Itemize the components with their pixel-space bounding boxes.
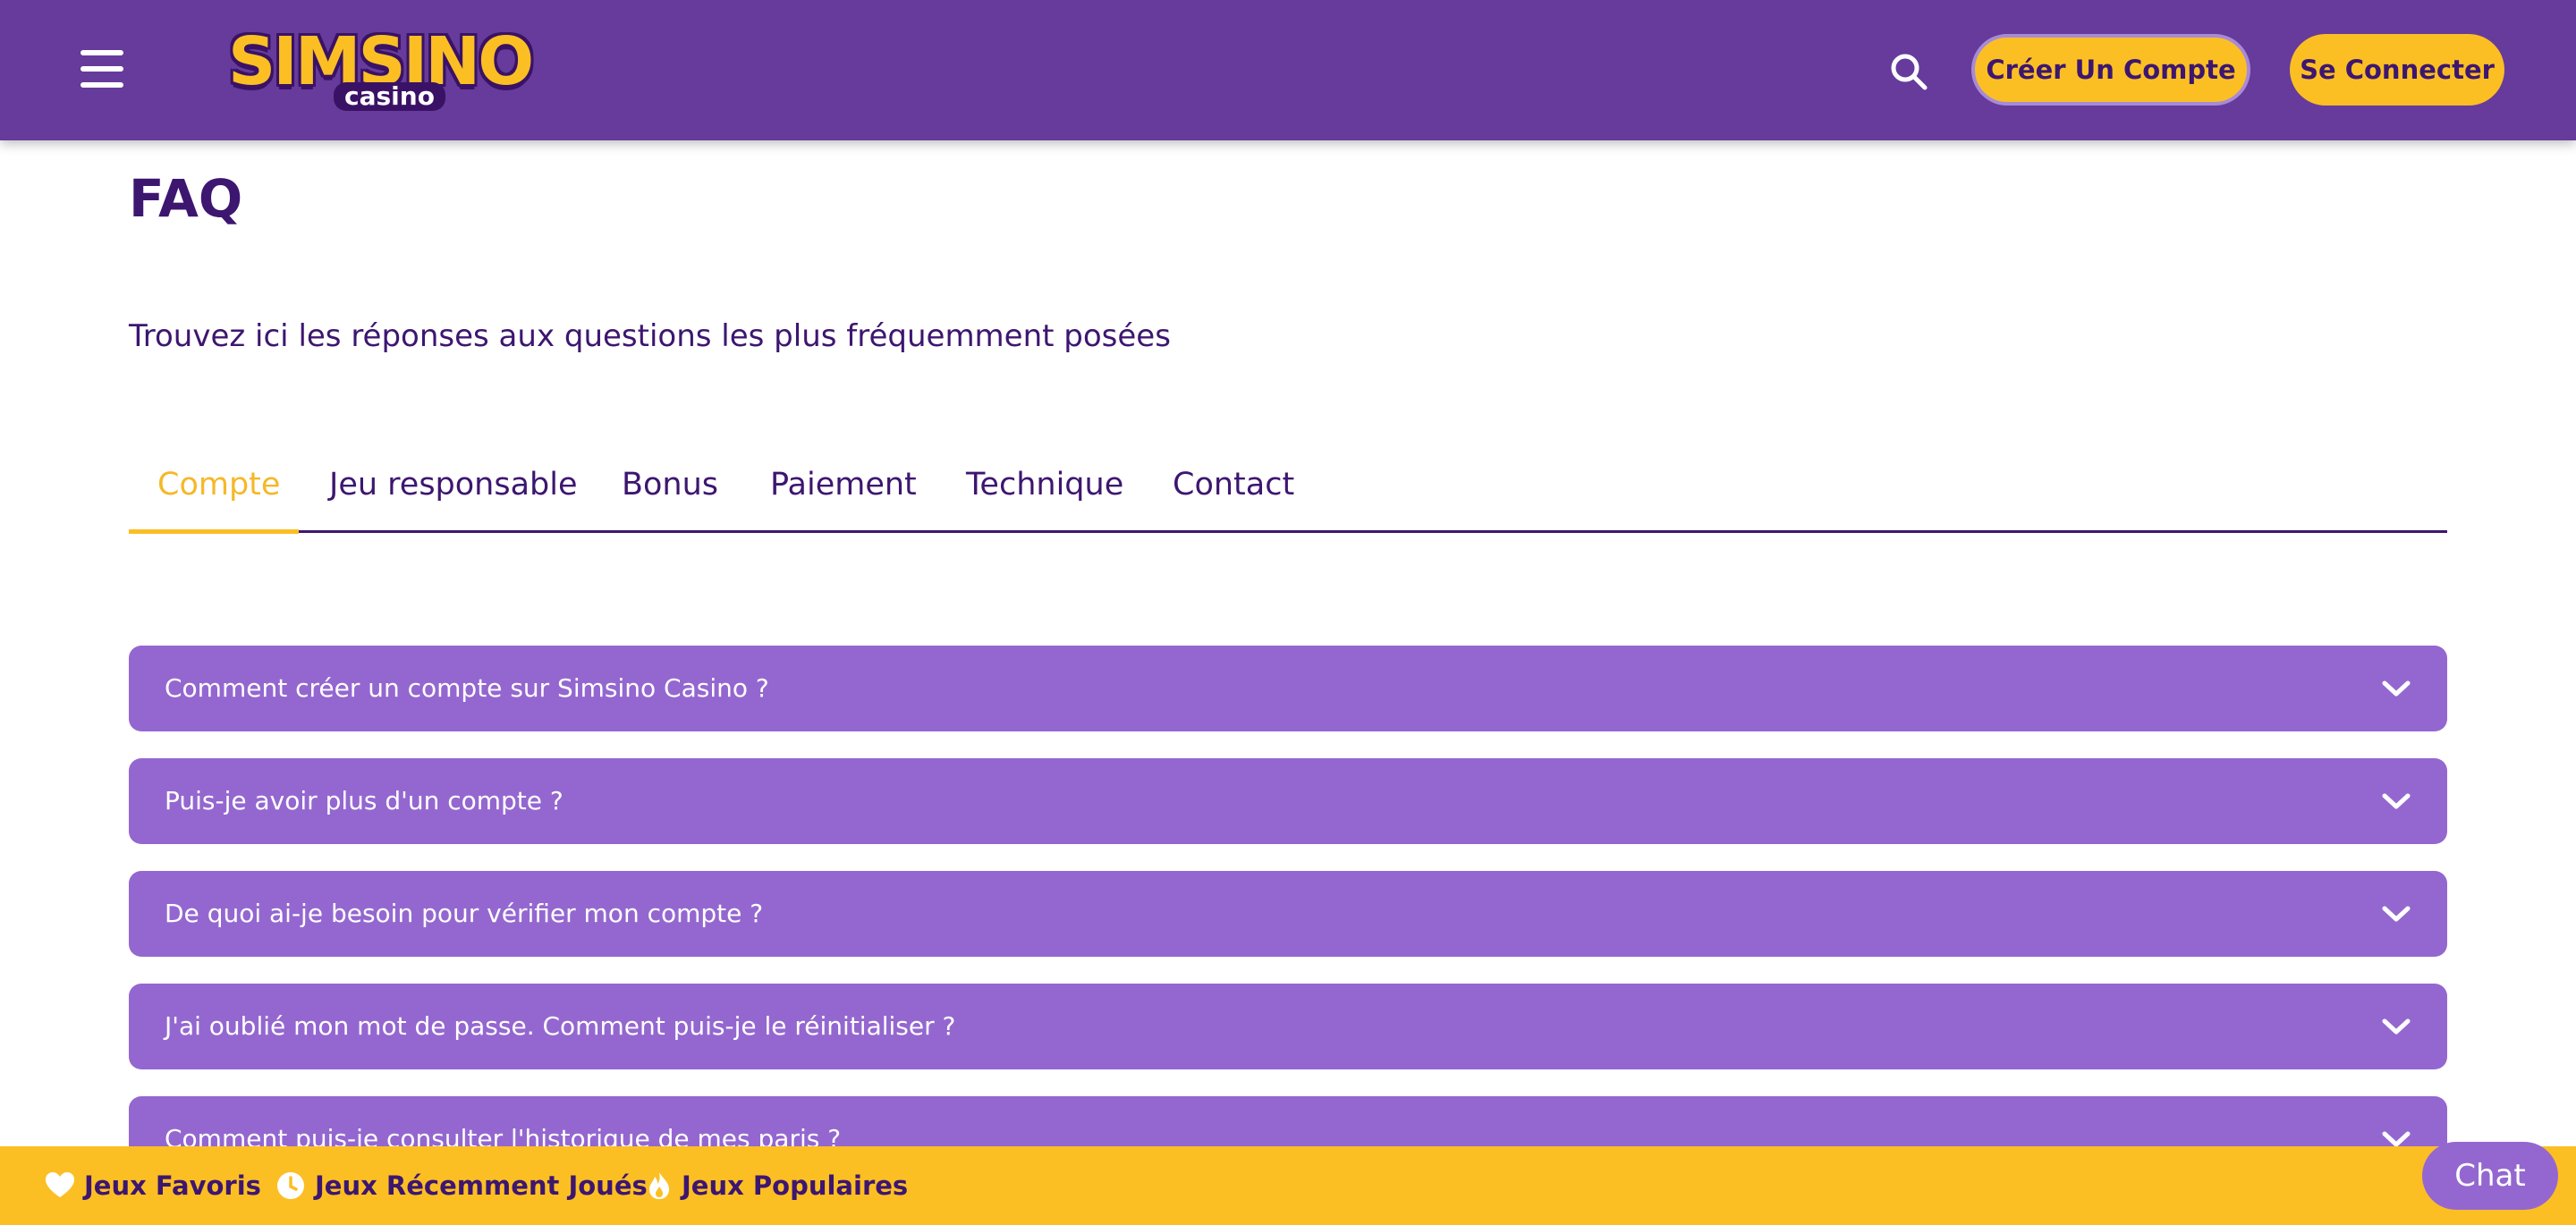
faq-question: J'ai oublié mon mot de passe. Comment pu… [165, 1011, 956, 1041]
flame-icon [649, 1172, 669, 1199]
favorite-games-label: Jeux Favoris [84, 1170, 261, 1201]
active-tab-indicator [129, 529, 299, 534]
chevron-down-icon [2382, 793, 2411, 809]
chevron-down-icon [2382, 1018, 2411, 1035]
tab-bonus[interactable]: Bonus [622, 467, 718, 503]
favorite-games-link[interactable]: Jeux Favoris [45, 1146, 261, 1225]
tab-paiement[interactable]: Paiement [770, 467, 917, 503]
tab-technique[interactable]: Technique [966, 467, 1123, 503]
faq-tabs: Compte Jeu responsable Bonus Paiement Te… [129, 458, 2447, 534]
chevron-down-icon [2382, 906, 2411, 922]
site-header: SIMSINO casino Créer Un Compte Se Connec… [0, 0, 2576, 140]
page-subtitle: Trouvez ici les réponses aux questions l… [129, 318, 1171, 354]
page-title: FAQ [129, 168, 243, 229]
recent-games-label: Jeux Récemment Joués [315, 1170, 648, 1201]
heart-icon [46, 1172, 74, 1197]
faq-question: De quoi ai-je besoin pour vérifier mon c… [165, 899, 764, 928]
chat-button[interactable]: Chat [2422, 1142, 2558, 1210]
simsino-logo[interactable]: SIMSINO casino [228, 23, 534, 116]
clock-icon [277, 1172, 304, 1199]
faq-item[interactable]: Comment créer un compte sur Simsino Casi… [129, 646, 2447, 731]
faq-question: Comment créer un compte sur Simsino Casi… [165, 673, 769, 703]
recent-games-link[interactable]: Jeux Récemment Joués [275, 1146, 648, 1225]
tab-compte[interactable]: Compte [157, 467, 280, 503]
faq-item[interactable]: De quoi ai-je besoin pour vérifier mon c… [129, 871, 2447, 957]
faq-item[interactable]: J'ai oublié mon mot de passe. Comment pu… [129, 984, 2447, 1069]
search-icon[interactable] [1889, 52, 1928, 91]
popular-games-link[interactable]: Jeux Populaires [646, 1146, 908, 1225]
login-button[interactable]: Se Connecter [2290, 34, 2504, 106]
menu-line [80, 50, 123, 55]
tab-jeu-responsable[interactable]: Jeu responsable [329, 467, 578, 503]
bottom-quick-bar: Jeux Favoris Jeux Récemment Joués Jeux P… [0, 1146, 2576, 1225]
logo-subtext: casino [334, 82, 445, 111]
chevron-down-icon [2382, 680, 2411, 697]
menu-line [80, 66, 123, 72]
popular-games-label: Jeux Populaires [682, 1170, 909, 1201]
faq-item[interactable]: Puis-je avoir plus d'un compte ? [129, 758, 2447, 844]
create-account-button[interactable]: Créer Un Compte [1971, 34, 2250, 106]
menu-line [80, 82, 123, 88]
hamburger-menu-icon[interactable] [79, 46, 127, 91]
faq-question: Puis-je avoir plus d'un compte ? [165, 786, 564, 815]
tab-contact[interactable]: Contact [1173, 467, 1294, 503]
